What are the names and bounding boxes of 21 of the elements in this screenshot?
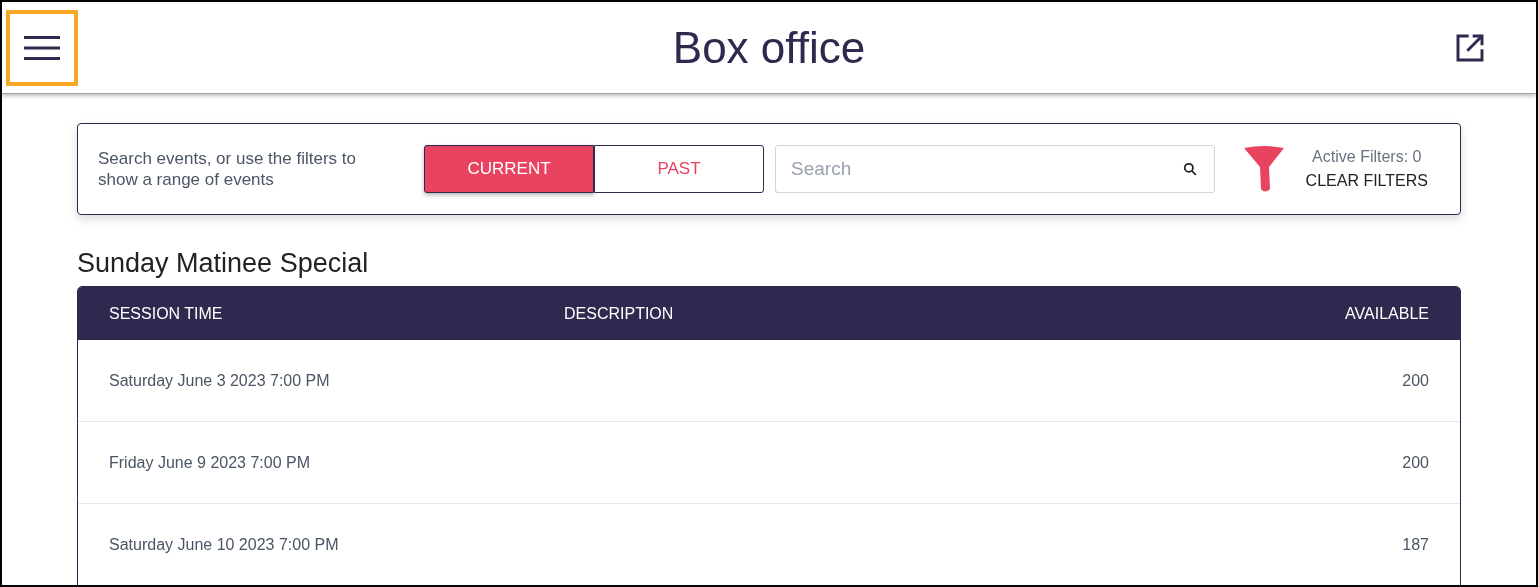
search-field[interactable]: Search	[775, 145, 1215, 193]
period-tab[interactable]: CURRENT	[424, 145, 594, 193]
event-title: Sunday Matinee Special	[77, 247, 370, 280]
table-cell-text: 200	[1402, 452, 1429, 473]
table-cell-text: Saturday June 3 2023 7:00 PM	[109, 370, 331, 391]
column-header: AVAILABLE	[1345, 303, 1429, 324]
filter-hint: Search events, or use the filters to show a range of events	[98, 148, 357, 190]
period-tab[interactable]: PAST	[594, 145, 764, 193]
table-cell-text: 187	[1402, 534, 1429, 555]
page-title: Box office	[672, 21, 866, 74]
filter-icon	[1243, 145, 1285, 193]
search-icon	[1183, 162, 1197, 176]
table-cell-text: 200	[1402, 370, 1429, 391]
clear-filters-button[interactable]: CLEAR FILTERS	[1305, 169, 1428, 193]
column-header: SESSION TIME	[109, 303, 224, 324]
column-header: DESCRIPTION	[564, 303, 675, 324]
menu-icon	[24, 34, 60, 61]
table-cell-text: Saturday June 10 2023 7:00 PM	[109, 534, 340, 555]
table-cell-text: Friday June 9 2023 7:00 PM	[109, 452, 311, 473]
menu-button[interactable]	[6, 9, 78, 86]
active-filters-count: Active Filters: 0	[1312, 147, 1422, 167]
